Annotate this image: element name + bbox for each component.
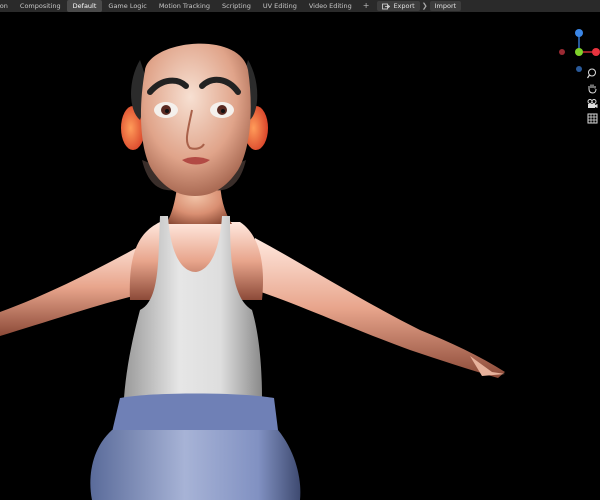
export-icon: [382, 3, 391, 9]
export-button[interactable]: Export: [377, 1, 420, 11]
tab-motion-tracking[interactable]: Motion Tracking: [153, 0, 216, 12]
character-render: [0, 43, 505, 500]
import-export-group: Export ❯ Import: [377, 1, 462, 11]
y-axis-icon[interactable]: [575, 48, 583, 56]
workspace-tab-bar: ion Compositing Default Game Logic Motio…: [0, 0, 600, 12]
tab-uv-editing[interactable]: UV Editing: [257, 0, 303, 12]
z-axis-icon[interactable]: [575, 29, 583, 37]
neg-x-axis-icon[interactable]: [559, 49, 565, 55]
tab-default[interactable]: Default: [66, 0, 103, 12]
tab-scripting[interactable]: Scripting: [216, 0, 257, 12]
tab-animation[interactable]: ion: [0, 0, 14, 12]
3d-viewport[interactable]: [0, 12, 600, 500]
x-axis-icon[interactable]: [592, 48, 600, 56]
hand-pan-icon[interactable]: [586, 82, 598, 94]
zoom-icon[interactable]: [586, 67, 598, 79]
chevron-right-icon: ❯: [421, 2, 428, 10]
tab-game-logic[interactable]: Game Logic: [102, 0, 152, 12]
import-button[interactable]: Import: [429, 1, 462, 11]
camera-icon[interactable]: [586, 97, 598, 109]
tab-video-editing[interactable]: Video Editing: [303, 0, 358, 12]
export-label: Export: [393, 2, 415, 10]
import-label: Import: [434, 2, 457, 10]
tab-compositing[interactable]: Compositing: [14, 0, 67, 12]
add-workspace-button[interactable]: +: [358, 0, 375, 12]
neg-z-axis-icon[interactable]: [576, 66, 582, 72]
grid-icon[interactable]: [586, 112, 598, 124]
